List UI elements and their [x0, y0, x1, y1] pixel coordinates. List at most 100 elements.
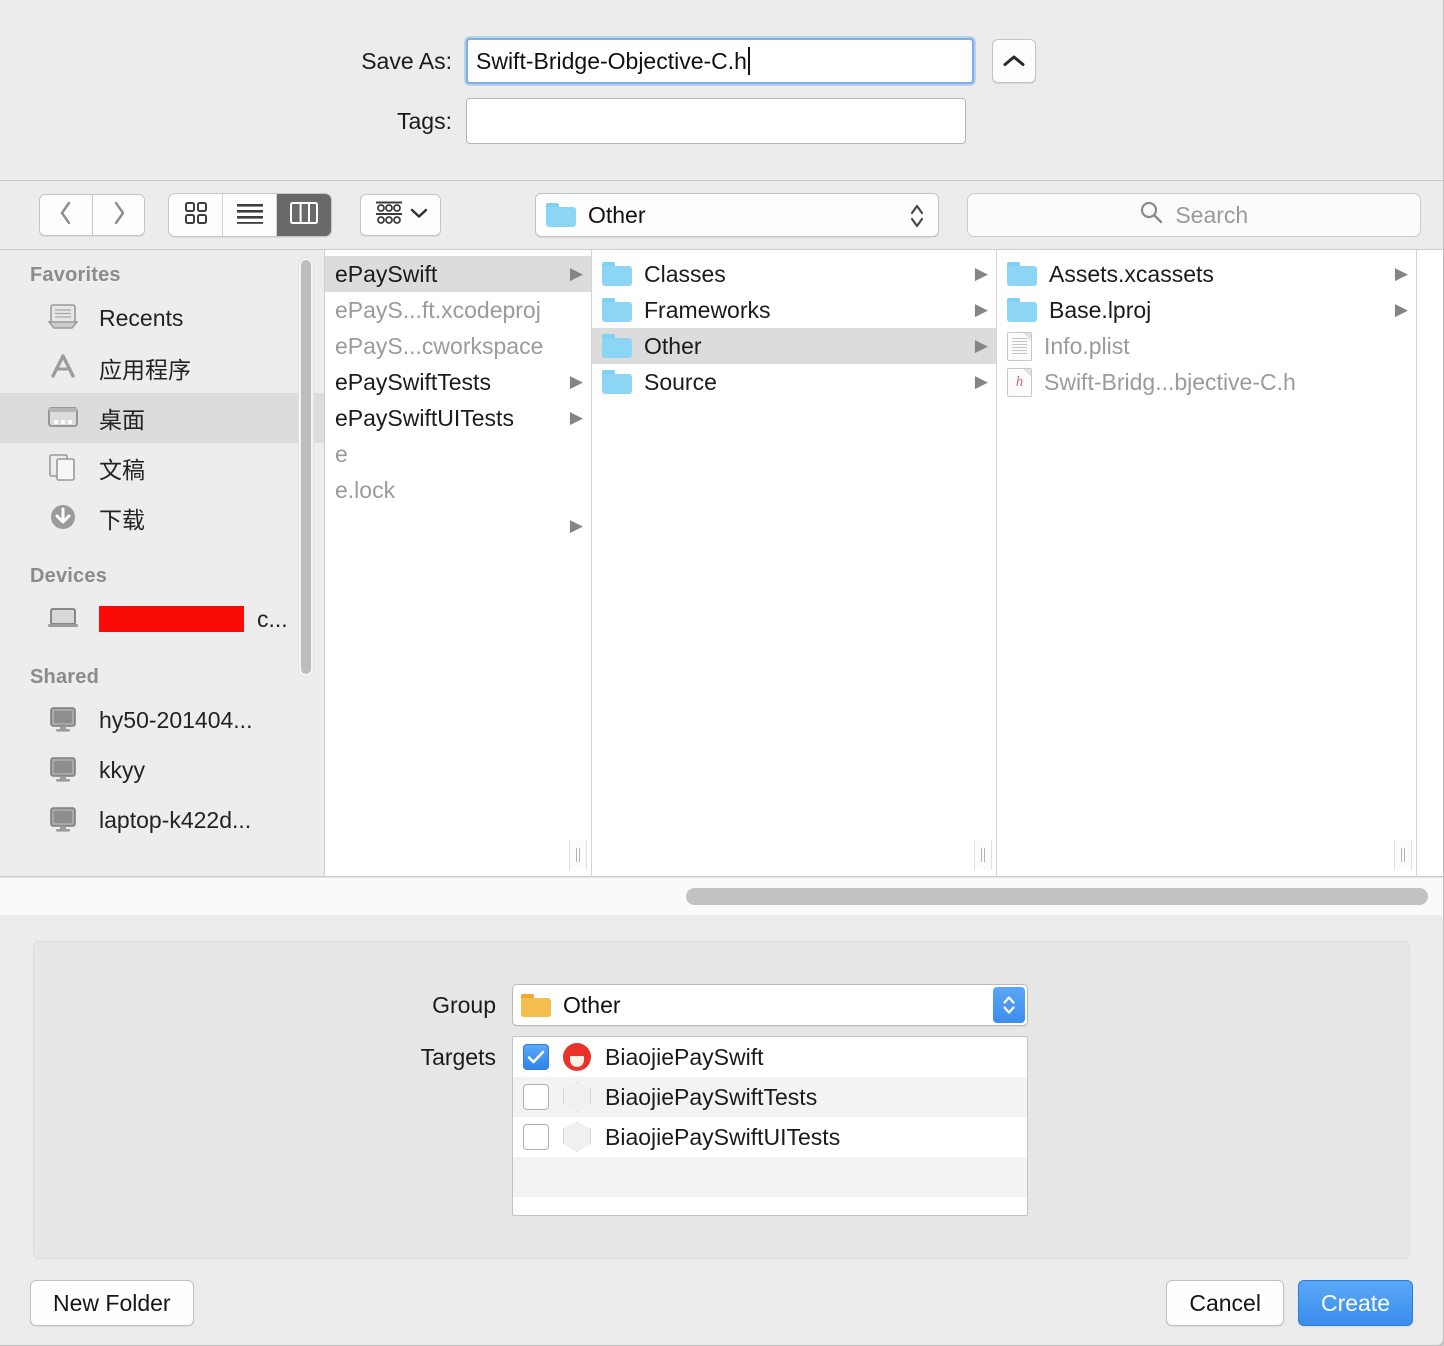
accessory-box: Group Other Targets BiaojiePaySwift Biao…	[33, 941, 1410, 1259]
back-button[interactable]	[39, 194, 92, 236]
column-row[interactable]: ePaySwift ▶	[325, 256, 591, 292]
column-1-resize-handle[interactable]	[325, 834, 591, 876]
downloads-icon	[46, 502, 82, 534]
create-button[interactable]: Create	[1297, 1280, 1413, 1326]
test-bundle-icon	[563, 1122, 591, 1152]
column-row-label: Other	[644, 332, 702, 359]
laptop-icon	[46, 603, 82, 635]
header-file-icon: h	[1007, 367, 1032, 397]
column-row[interactable]: e.lock	[325, 472, 591, 508]
sidebar-item-documents[interactable]: 文稿	[0, 443, 324, 493]
column-row-label: Base.lproj	[1049, 296, 1152, 323]
target-checkbox[interactable]	[523, 1044, 549, 1070]
group-popup-button[interactable]: Other	[512, 984, 1028, 1026]
column-row-label: ePayS...cworkspace	[335, 332, 544, 359]
sidebar-item-shared-laptop[interactable]: laptop-k422d...	[0, 795, 324, 845]
collapse-dialog-button[interactable]	[992, 39, 1036, 83]
documents-icon	[46, 452, 82, 484]
group-popup-value: Other	[563, 991, 621, 1018]
column-2-resize-handle[interactable]	[592, 834, 996, 876]
column-row[interactable]: ePayS...ft.xcodeproj	[325, 292, 591, 328]
column-2[interactable]: Classes ▶ Frameworks ▶ Other ▶ Source ▶	[592, 250, 997, 876]
targets-row: Targets BiaojiePaySwift BiaojiePaySwiftT…	[34, 1036, 1409, 1216]
horizontal-scrollbar[interactable]	[0, 877, 1443, 915]
column-row[interactable]: Source ▶	[592, 364, 996, 400]
target-checkbox[interactable]	[523, 1084, 549, 1110]
sidebar-item-desktop[interactable]: 桌面	[0, 393, 324, 443]
save-file-dialog: Save As: Swift-Bridge-Objective-C.h Tags…	[0, 0, 1444, 1346]
target-row[interactable]: BiaojiePaySwift	[513, 1037, 1027, 1077]
path-popup-button[interactable]: Other	[534, 193, 939, 237]
dialog-footer: New Folder Cancel Create	[0, 1261, 1443, 1345]
arrange-by-icon	[374, 200, 404, 231]
icon-view-button[interactable]	[169, 194, 224, 236]
column-row-label: ePaySwift	[335, 260, 438, 287]
column-row[interactable]: ePaySwiftUITests ▶	[325, 400, 591, 436]
view-mode-segmented-control	[168, 193, 333, 237]
sidebar-item-shared-hy50[interactable]: hy50-201404...	[0, 695, 324, 745]
save-as-input[interactable]: Swift-Bridge-Objective-C.h	[466, 38, 974, 84]
sidebar-item-label: 下载	[99, 507, 145, 533]
target-row-empty	[513, 1197, 1027, 1215]
sidebar-item-device[interactable]: c...	[0, 594, 324, 644]
sidebar-section-shared-title: Shared	[30, 666, 100, 688]
display-icon	[46, 804, 82, 836]
column-row[interactable]: Frameworks ▶	[592, 292, 996, 328]
column-row[interactable]: Classes ▶	[592, 256, 996, 292]
disclosure-arrow-icon: ▶	[569, 264, 583, 283]
forward-button[interactable]	[92, 194, 145, 236]
column-row-label: ePaySwiftTests	[335, 368, 491, 395]
sidebar-item-shared-kkyy[interactable]: kkyy	[0, 745, 324, 795]
target-row[interactable]: BiaojiePaySwiftTests	[513, 1077, 1027, 1117]
arrange-by-button[interactable]	[360, 194, 441, 236]
browser-toolbar: Other Search	[0, 181, 1443, 249]
sidebar-item-label: 桌面	[99, 407, 145, 433]
sidebar-item-downloads[interactable]: 下载	[0, 493, 324, 543]
column-3[interactable]: Assets.xcassets ▶ Base.lproj ▶ Info.plis…	[997, 250, 1417, 876]
recents-icon	[46, 302, 82, 334]
column-row[interactable]: ePaySwiftTests ▶	[325, 364, 591, 400]
disclosure-arrow-icon: ▶	[974, 372, 988, 391]
save-as-label: Save As:	[361, 47, 452, 74]
targets-list[interactable]: BiaojiePaySwift BiaojiePaySwiftTests Bia…	[512, 1036, 1028, 1216]
column-row[interactable]: ePayS...cworkspace	[325, 328, 591, 364]
column-row[interactable]: Base.lproj ▶	[997, 292, 1416, 328]
column-row[interactable]: e	[325, 436, 591, 472]
tags-row: Tags:	[0, 98, 1443, 144]
target-checkbox[interactable]	[523, 1124, 549, 1150]
list-view-button[interactable]	[223, 194, 278, 236]
horizontal-scrollbar-thumb[interactable]	[686, 888, 1428, 905]
chevron-left-icon	[58, 200, 74, 231]
column-3-resize-handle[interactable]	[997, 834, 1416, 876]
sidebar-scrollbar[interactable]	[298, 257, 314, 677]
disclosure-arrow-icon: ▶	[974, 336, 988, 355]
tags-input[interactable]	[466, 98, 966, 144]
target-label: BiaojiePaySwift	[605, 1043, 764, 1070]
redacted-device-name	[99, 606, 244, 632]
plist-file-icon	[1007, 331, 1032, 361]
sidebar[interactable]: Favorites Recents 应用程序 桌面 文稿 下载 Devices …	[0, 250, 325, 876]
column-row[interactable]: Other ▶	[592, 328, 996, 364]
column-1[interactable]: ePaySwift ▶ ePayS...ft.xcodeproj ePayS..…	[325, 250, 592, 876]
tags-label: Tags:	[397, 107, 452, 134]
resize-grip-icon	[569, 840, 587, 870]
column-row[interactable]: ▶	[325, 508, 591, 544]
dialog-header: Save As: Swift-Bridge-Objective-C.h Tags…	[0, 0, 1443, 180]
sidebar-item-applications[interactable]: 应用程序	[0, 343, 324, 393]
column-view-button[interactable]	[277, 194, 332, 236]
text-caret	[747, 47, 750, 75]
disclosure-arrow-icon: ▶	[974, 300, 988, 319]
column-row[interactable]: Assets.xcassets ▶	[997, 256, 1416, 292]
new-folder-button[interactable]: New Folder	[30, 1280, 194, 1326]
target-row[interactable]: BiaojiePaySwiftUITests	[513, 1117, 1027, 1157]
column-row-label: ePayS...ft.xcodeproj	[335, 296, 541, 323]
resize-grip-icon	[1394, 840, 1412, 870]
column-row[interactable]: Info.plist	[997, 328, 1416, 364]
chevron-right-icon	[111, 200, 127, 231]
sidebar-item-recents[interactable]: Recents	[0, 293, 324, 343]
search-input[interactable]: Search	[966, 193, 1421, 237]
column-row[interactable]: h Swift-Bridg...bjective-C.h	[997, 364, 1416, 400]
cancel-button[interactable]: Cancel	[1166, 1280, 1284, 1326]
list-view-icon	[236, 202, 264, 229]
sidebar-scrollbar-thumb[interactable]	[301, 260, 311, 674]
